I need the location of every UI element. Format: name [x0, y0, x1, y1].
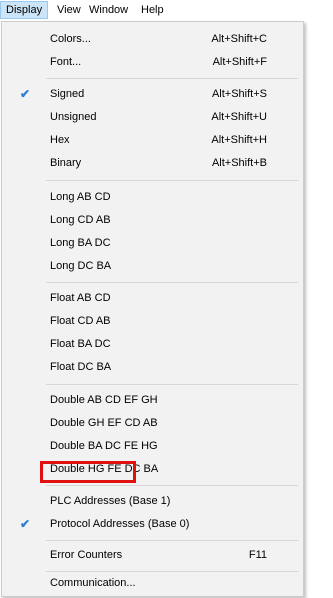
menu-item-shortcut: Alt+Shift+H [211, 134, 267, 146]
menu-item-label: Float BA DC [50, 338, 111, 350]
menu-item-label: Signed [50, 88, 85, 100]
display-menu: Colors... Alt+Shift+C Font... Alt+Shift+… [1, 21, 304, 597]
menubar-help[interactable]: Help [136, 2, 169, 18]
menu-item-label: Long DC BA [50, 260, 112, 272]
menu-item-float-cd-ab[interactable]: Float CD AB [2, 310, 303, 333]
menu-item-double-ab-cd-ef-gh[interactable]: Double AB CD EF GH [2, 389, 303, 412]
menu-item-unsigned[interactable]: Unsigned Alt+Shift+U [2, 106, 303, 129]
menu-item-protocol-addresses[interactable]: ✔ Protocol Addresses (Base 0) [2, 513, 303, 536]
menu-item-float-dc-ba[interactable]: Float DC BA [2, 356, 303, 379]
menu-item-plc-addresses[interactable]: PLC Addresses (Base 1) [2, 490, 303, 513]
menu-item-signed[interactable]: ✔ Signed Alt+Shift+S [2, 83, 303, 106]
menu-separator [46, 540, 298, 541]
menu-item-long-ba-dc[interactable]: Long BA DC [2, 232, 303, 255]
menu-item-label: Hex [50, 134, 70, 146]
menubar-window[interactable]: Window [84, 2, 133, 18]
checkmark-icon: ✔ [19, 517, 31, 531]
menu-separator [46, 282, 298, 283]
menu-item-label: Float CD AB [50, 315, 111, 327]
menu-item-shortcut: Alt+Shift+C [211, 33, 267, 45]
menu-item-label: Double BA DC FE HG [50, 440, 158, 452]
menu-item-colors[interactable]: Colors... Alt+Shift+C [2, 28, 303, 51]
menu-item-long-ab-cd[interactable]: Long AB CD [2, 186, 303, 209]
menu-item-label: Protocol Addresses (Base 0) [50, 518, 190, 530]
highlight-box [40, 461, 136, 483]
checkmark-icon: ✔ [19, 87, 31, 101]
menu-item-float-ab-cd[interactable]: Float AB CD [2, 287, 303, 310]
menu-item-label: Communication... [50, 577, 136, 589]
menu-item-label: Unsigned [50, 111, 97, 123]
menu-item-label: Error Counters [50, 549, 123, 561]
menu-separator [46, 384, 298, 385]
menu-item-long-cd-ab[interactable]: Long CD AB [2, 209, 303, 232]
menu-item-label: Long CD AB [50, 214, 111, 226]
menu-item-long-dc-ba[interactable]: Long DC BA [2, 255, 303, 278]
menu-item-label: Float AB CD [50, 292, 111, 304]
menubar-display[interactable]: Display [0, 1, 49, 19]
menubar-view[interactable]: View [52, 2, 86, 18]
menu-item-double-ba-dc-fe-hg[interactable]: Double BA DC FE HG [2, 435, 303, 458]
menu-item-label: Double AB CD EF GH [50, 394, 158, 406]
menu-item-float-ba-dc[interactable]: Float BA DC [2, 333, 303, 356]
menu-item-binary[interactable]: Binary Alt+Shift+B [2, 152, 303, 175]
menu-item-label: Colors... [50, 33, 91, 45]
menu-item-hex[interactable]: Hex Alt+Shift+H [2, 129, 303, 152]
menu-item-shortcut: Alt+Shift+F [212, 56, 267, 68]
menu-item-label: PLC Addresses (Base 1) [50, 495, 171, 507]
menu-item-label: Double GH EF CD AB [50, 417, 158, 429]
menu-item-shortcut: F11 [248, 549, 267, 561]
menu-item-label: Long BA DC [50, 237, 111, 249]
menu-item-shortcut: Alt+Shift+S [211, 88, 267, 100]
menu-separator [46, 180, 298, 181]
menu-item-error-counters[interactable]: Error Counters F11 [2, 544, 303, 567]
menu-item-label: Float DC BA [50, 361, 112, 373]
menu-item-communication[interactable]: Communication... [2, 572, 303, 595]
menu-separator [46, 485, 298, 486]
menu-item-shortcut: Alt+Shift+U [211, 111, 267, 123]
menu-item-double-gh-ef-cd-ab[interactable]: Double GH EF CD AB [2, 412, 303, 435]
menu-item-shortcut: Alt+Shift+B [211, 157, 267, 169]
menu-item-label: Font... [50, 56, 82, 68]
menu-item-font[interactable]: Font... Alt+Shift+F [2, 51, 303, 74]
menu-item-label: Binary [50, 157, 82, 169]
menu-item-label: Long AB CD [50, 191, 111, 203]
menu-separator [46, 78, 298, 79]
menu-bar: Display View Window Help [0, 0, 333, 20]
